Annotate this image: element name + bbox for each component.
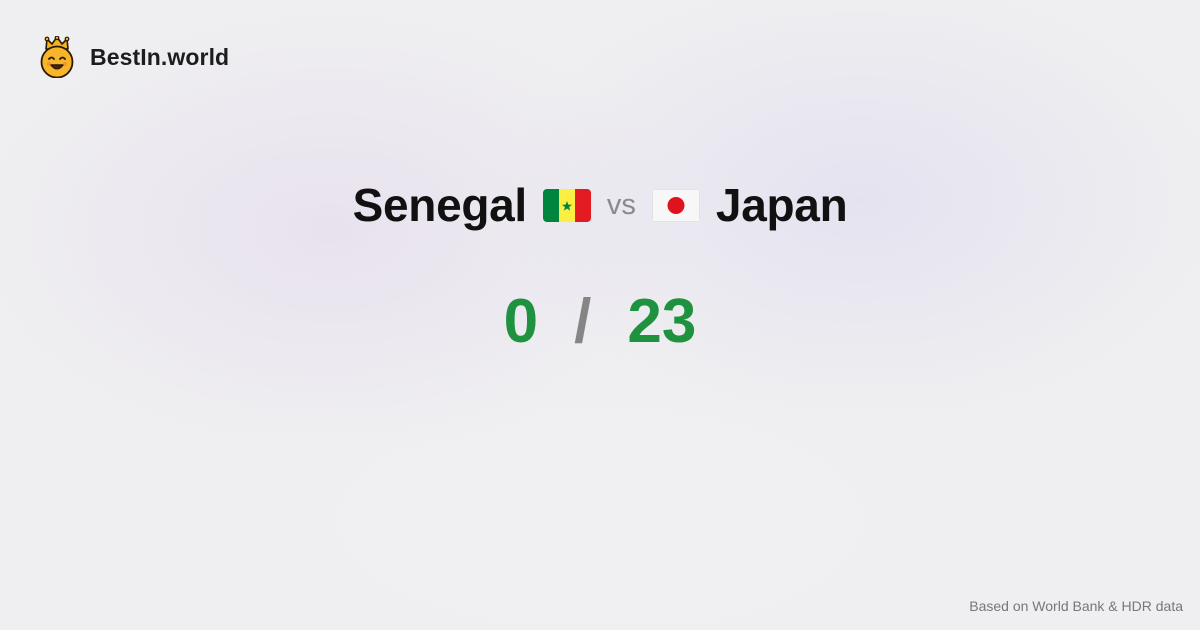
senegal-flag-icon — [542, 188, 591, 222]
crown-smiley-icon — [40, 36, 74, 78]
score-row: 0 / 23 — [0, 286, 1200, 357]
japan-flag-icon — [651, 188, 700, 222]
left-country-name: Senegal — [352, 179, 528, 231]
source-note: Based on World Bank & HDR data — [969, 598, 1183, 614]
score-separator: / — [574, 287, 592, 356]
left-score: 0 — [503, 287, 539, 356]
vs-label: vs — [606, 188, 636, 221]
right-score: 23 — [627, 287, 697, 356]
country-matchup: Senegal vs Japan — [0, 178, 1200, 232]
brand-name: BestIn.world — [90, 43, 230, 70]
brand[interactable]: BestIn.world — [38, 36, 229, 78]
right-country-name: Japan — [715, 179, 848, 231]
